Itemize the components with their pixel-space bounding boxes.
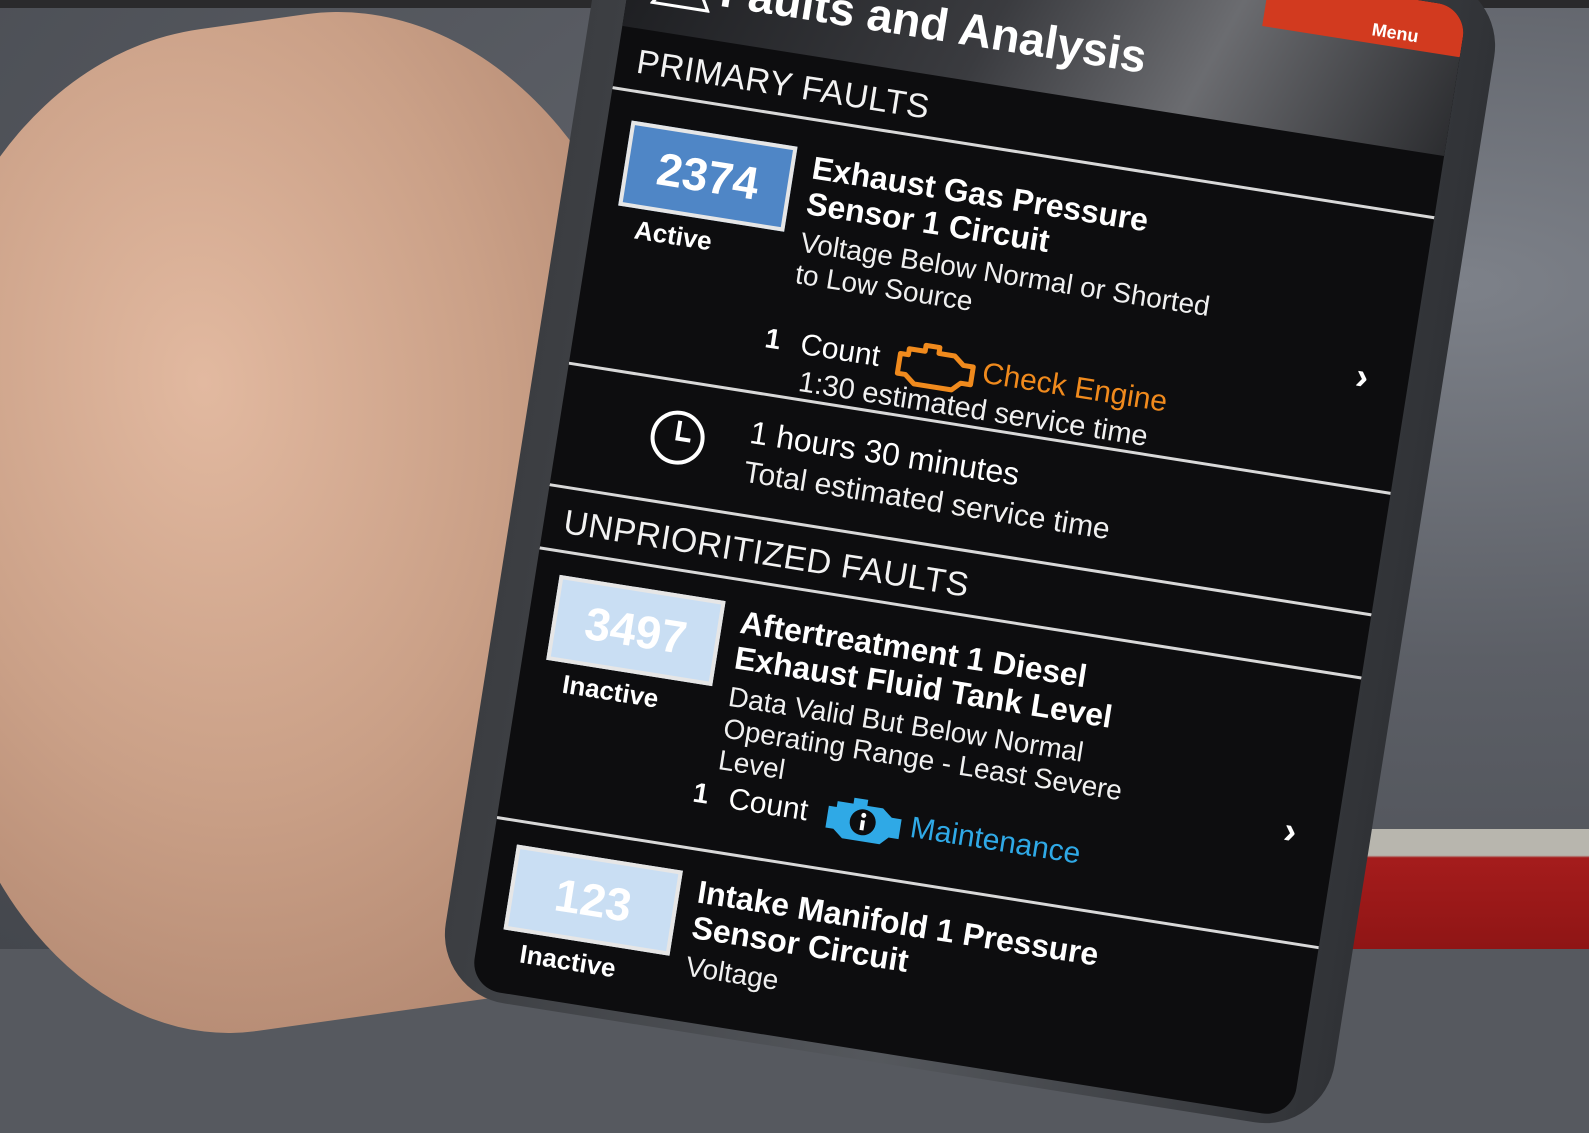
fault-status: Inactive [517,938,618,984]
fault-count-label: Count [726,782,811,828]
fault-list: 2374 Active Exhaust Gas Pressure Sensor … [475,95,1434,1087]
phone-screen: Menu Faults and Analysis PRIMARY FAULTS … [469,0,1468,1119]
fault-status: Inactive [560,668,661,714]
clock-icon [650,410,705,465]
menu-bar[interactable] [1262,0,1468,58]
fault-count-number: 1 [762,322,784,356]
phone: Menu Faults and Analysis PRIMARY FAULTS … [434,0,1506,1133]
fault-status: Active [632,214,715,257]
chevron-right-icon[interactable]: › [1352,355,1372,399]
mountain-logo-icon [650,0,710,13]
chevron-right-icon[interactable]: › [1281,810,1300,854]
fault-count-number: 1 [690,776,712,810]
